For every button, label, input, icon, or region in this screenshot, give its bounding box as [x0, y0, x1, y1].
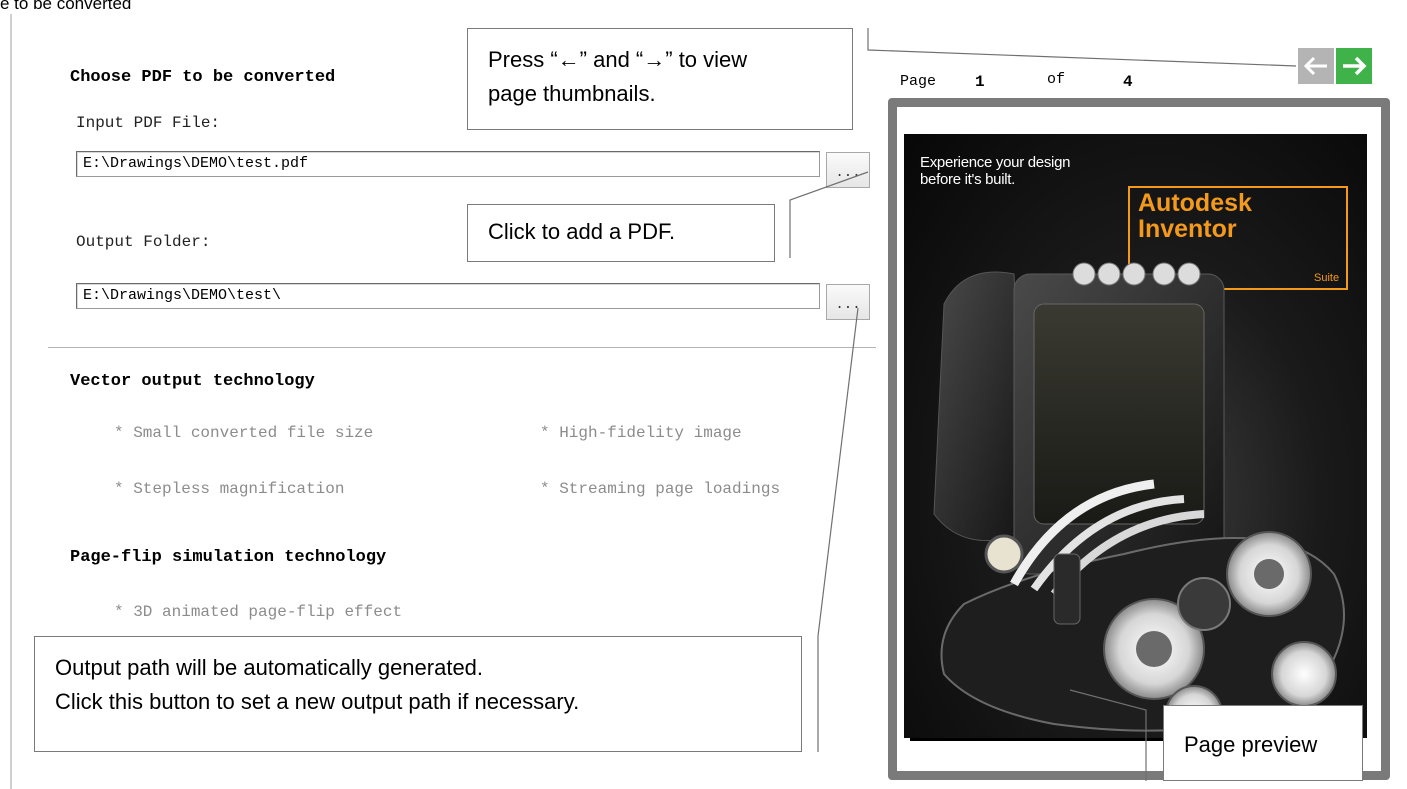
- add-pdf-callout: Click to add a PDF.: [467, 204, 775, 262]
- feature-high-fidelity: * High-fidelity image: [540, 424, 742, 442]
- input-pdf-label: Input PDF File:: [76, 114, 221, 132]
- arrow-left-icon: [1303, 56, 1327, 76]
- nav-hint-callout: Press “←” and “→” to view page thumbnail…: [467, 28, 853, 130]
- current-page-number: 1: [975, 73, 985, 91]
- section-divider: [48, 347, 876, 348]
- vector-heading: Vector output technology: [70, 372, 315, 391]
- feature-streaming: * Streaming page loadings: [540, 480, 781, 498]
- output-folder-field[interactable]: E:\Drawings\DEMO\test\: [76, 283, 820, 309]
- next-page-button[interactable]: [1336, 48, 1372, 84]
- input-pdf-field[interactable]: E:\Drawings\DEMO\test.pdf: [76, 151, 820, 177]
- feature-3d-flip: * 3D animated page-flip effect: [114, 603, 403, 621]
- page-preview-image: Experience your design before it's built…: [904, 134, 1367, 738]
- output-folder-label: Output Folder:: [76, 233, 211, 251]
- nav-hint-line1: Press “←” and “→” to view: [488, 47, 748, 72]
- arrow-right-icon: [1343, 56, 1367, 76]
- page-preview-text: Page preview: [1184, 732, 1318, 757]
- panel-left-border: [10, 14, 12, 789]
- document-title-fragment: e to be converted: [0, 0, 132, 13]
- browse-pdf-button[interactable]: ...: [826, 152, 870, 188]
- choose-pdf-heading: Choose PDF to be converted: [70, 68, 336, 87]
- feature-small-size: * Small converted file size: [114, 424, 374, 442]
- output-path-line1: Output path will be automatically genera…: [55, 655, 484, 680]
- pageflip-heading: Page-flip simulation technology: [70, 548, 387, 567]
- page-preview-callout: Page preview: [1163, 705, 1363, 781]
- total-pages-number: 4: [1123, 73, 1133, 91]
- feature-stepless: * Stepless magnification: [114, 480, 345, 498]
- browse-output-button[interactable]: ...: [826, 284, 870, 320]
- output-path-line2: Click this button to set a new output pa…: [55, 689, 580, 714]
- prev-page-button[interactable]: [1298, 48, 1334, 84]
- nav-hint-line2: page thumbnails.: [488, 81, 656, 106]
- output-path-callout: Output path will be automatically genera…: [34, 636, 802, 752]
- of-label: of: [1047, 71, 1066, 88]
- add-pdf-text: Click to add a PDF.: [488, 219, 676, 244]
- page-label: Page: [900, 73, 937, 90]
- machine-illustration: [933, 262, 1345, 738]
